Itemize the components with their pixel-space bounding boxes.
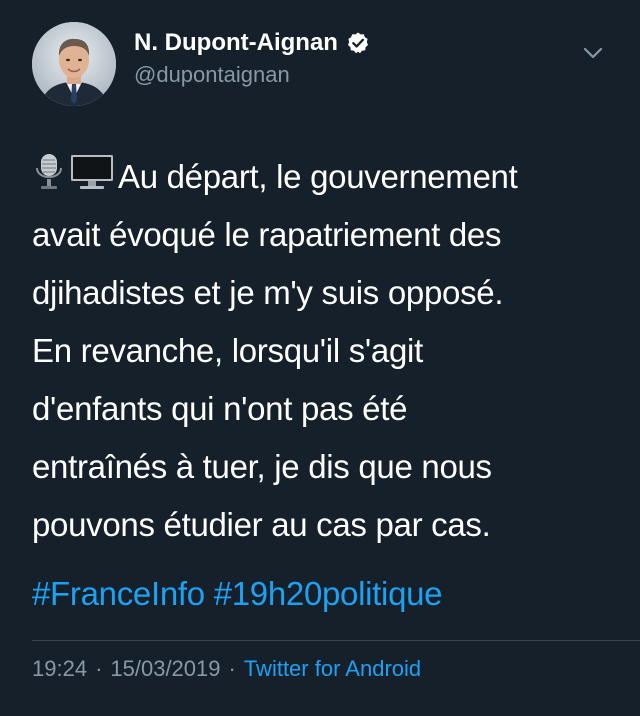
tweet-line-6: entraînés à tuer, je dis que nous — [32, 448, 492, 485]
tweet-date[interactable]: 15/03/2019 — [110, 656, 220, 682]
chevron-down-icon[interactable] — [580, 40, 606, 66]
tweet-line-5: d'enfants qui n'ont pas été — [32, 390, 408, 427]
handle[interactable]: @dupontaignan — [134, 62, 370, 88]
tweet-text: Au départ, le gouvernement avait évoqué … — [32, 148, 612, 554]
hashtag-19h20politique[interactable]: #19h20politique — [214, 575, 443, 612]
divider — [32, 640, 640, 641]
tweet-card: N. Dupont-Aignan @dupontaignan Au départ… — [0, 0, 640, 716]
display-name[interactable]: N. Dupont-Aignan — [134, 29, 338, 57]
tweet-header: N. Dupont-Aignan @dupontaignan — [32, 22, 608, 106]
display-name-row: N. Dupont-Aignan — [134, 28, 370, 58]
hashtag-franceinfo[interactable]: #FranceInfo — [32, 575, 205, 612]
avatar-photo — [32, 22, 116, 106]
tweet-time[interactable]: 19:24 — [32, 656, 87, 682]
tweet-line-7: pouvons étudier au cas par cas. — [32, 506, 491, 543]
meta-separator: · — [228, 656, 236, 681]
tweet-line-4: En revanche, lorsqu'il s'agit — [32, 332, 423, 369]
studio-microphone-icon — [32, 152, 66, 210]
tweet-meta: 19:24 · 15/03/2019 · Twitter for Android — [32, 656, 421, 682]
avatar[interactable] — [32, 22, 116, 106]
hashtags: #FranceInfo #19h20politique — [32, 568, 443, 620]
tweet-line-2: avait évoqué le rapatriement des — [32, 216, 502, 253]
tweet-line-1: Au départ, le gouvernement — [32, 148, 612, 206]
tweet-source-link[interactable]: Twitter for Android — [244, 656, 421, 682]
author-block: N. Dupont-Aignan @dupontaignan — [134, 28, 370, 88]
tweet-line-1-text: Au départ, le gouvernement — [118, 158, 518, 195]
meta-separator: · — [95, 656, 103, 681]
desktop-computer-icon — [70, 152, 114, 210]
verified-badge-icon — [346, 31, 370, 55]
tweet-line-3: djihadistes et je m'y suis opposé. — [32, 274, 504, 311]
